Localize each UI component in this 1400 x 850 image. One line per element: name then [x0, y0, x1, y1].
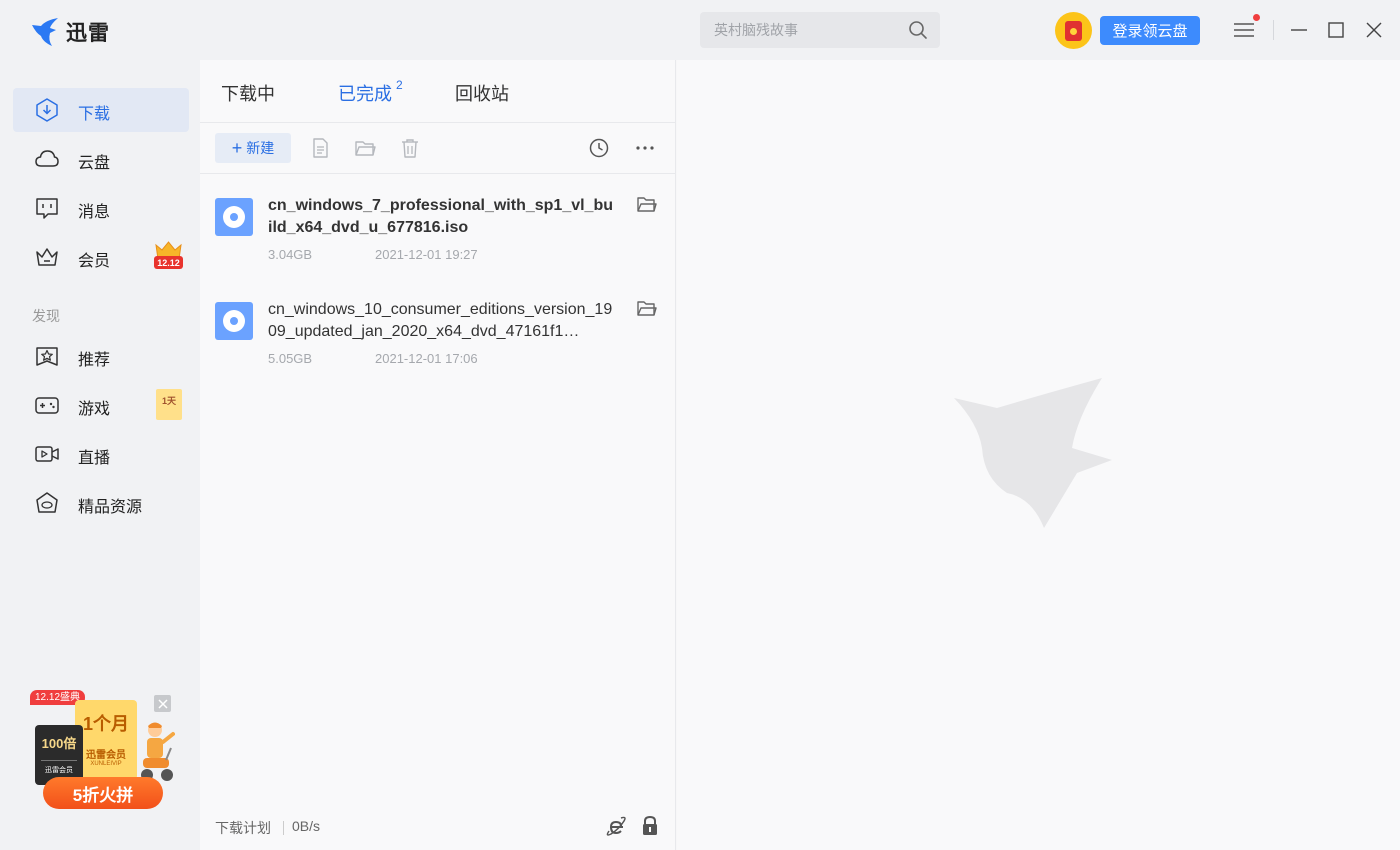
login-button[interactable]: 登录领云盘	[1100, 16, 1200, 45]
tab-downloading[interactable]: 下载中	[221, 80, 275, 106]
download-icon	[36, 98, 58, 122]
new-task-label: 新建	[246, 140, 275, 156]
open-folder-icon[interactable]	[637, 196, 657, 214]
sidebar-item-label: 云盘	[78, 155, 111, 172]
message-icon	[36, 198, 58, 219]
promo-card-100x-sub: 迅雷会员	[41, 760, 77, 775]
maximize-icon[interactable]	[1327, 21, 1345, 39]
toolbar-divider	[200, 173, 676, 174]
file-size: 3.04GB	[268, 247, 313, 262]
vip-1212-badge: 12.12	[154, 241, 183, 269]
app-logo: 迅雷	[30, 17, 110, 47]
search-icon[interactable]	[908, 20, 928, 40]
sidebar-item-label: 推荐	[78, 352, 111, 369]
more-icon[interactable]	[634, 137, 656, 159]
status-divider	[283, 821, 284, 835]
sidebar-item-label: 消息	[78, 204, 111, 221]
live-video-icon	[35, 446, 59, 462]
sidebar-item-recommend[interactable]: 推荐	[13, 334, 189, 378]
delete-icon[interactable]	[399, 137, 421, 159]
star-icon	[36, 347, 58, 366]
download-speed: 0B/s	[292, 818, 321, 834]
gamepad-icon	[35, 397, 59, 414]
game-badge-text: 1天	[161, 396, 176, 406]
titlebar-divider	[1273, 20, 1274, 40]
sidebar-item-live[interactable]: 直播	[13, 432, 189, 476]
thunder-bird-logo-icon	[32, 18, 58, 46]
promo-card-100x: 100倍 迅雷会员	[35, 725, 83, 785]
crown-icon	[36, 248, 58, 266]
sidebar-item-messages[interactable]: 消息	[13, 186, 189, 230]
tab-count: 2	[396, 78, 403, 92]
sidebar-item-label: 下载	[78, 106, 111, 123]
tabs-divider	[200, 122, 676, 123]
gem-icon	[36, 492, 58, 513]
promo-close-icon[interactable]	[154, 695, 171, 712]
disc-image-icon	[215, 198, 253, 236]
vip-badge-text: 12.12	[157, 258, 180, 268]
minimize-icon[interactable]	[1290, 21, 1308, 39]
thunder-bird-watermark-icon	[954, 378, 1112, 528]
promo-card-month-sub: 迅雷会员	[86, 750, 126, 761]
open-folder-icon[interactable]	[354, 137, 376, 159]
sidebar-item-label: 精品资源	[78, 499, 143, 516]
clock-icon[interactable]	[588, 137, 610, 159]
file-size: 5.05GB	[268, 351, 313, 366]
sidebar: 下载 云盘 消息 会员 12.12 发现 推荐 游戏 1天 直播 精品资源 12…	[0, 60, 200, 850]
sidebar-item-label: 会员	[78, 253, 111, 270]
sidebar-item-cloud[interactable]: 云盘	[13, 137, 189, 181]
sidebar-item-label: 直播	[78, 450, 111, 467]
sidebar-item-label: 游戏	[78, 401, 111, 418]
detail-pane	[677, 60, 1400, 850]
file-name: cn_windows_7_professional_with_sp1_vl_bu…	[268, 197, 613, 236]
search-box[interactable]	[700, 12, 940, 48]
cloud-icon	[35, 150, 59, 167]
open-folder-icon[interactable]	[637, 300, 657, 318]
search-input[interactable]	[700, 12, 890, 48]
plus-icon: +	[231, 138, 243, 158]
sidebar-item-download[interactable]: 下载	[13, 88, 189, 132]
browser-ie-icon[interactable]	[605, 815, 627, 837]
promo-banner[interactable]: 12.12盛典 1个月 迅雷会员 XUNLEIVIP 100倍 迅雷会员 5折火…	[28, 690, 178, 815]
new-task-button[interactable]: + 新建	[215, 133, 291, 163]
lock-icon[interactable]	[640, 815, 660, 837]
close-icon[interactable]	[1365, 21, 1383, 39]
sidebar-item-premium[interactable]: 精品资源	[13, 481, 189, 525]
tab-label: 回收站	[455, 84, 509, 104]
tab-label: 下载中	[221, 84, 275, 104]
promo-card-month-title: 1个月	[82, 714, 129, 734]
promo-character-illustration	[141, 722, 175, 781]
notification-dot	[1253, 14, 1260, 21]
title-bar: 迅雷 登录领云盘	[0, 0, 1400, 60]
game-badge-subtext	[168, 407, 169, 413]
status-bar: 下载计划 0B/s	[200, 805, 676, 850]
promo-card-month-tiny: XUNLEIVIP	[90, 761, 122, 767]
list-item[interactable]: cn_windows_10_consumer_editions_version_…	[200, 282, 676, 382]
file-date: 2021-12-01 19:27	[375, 247, 478, 262]
download-plan-link[interactable]: 下载计划	[215, 818, 271, 838]
promo-card-100x-title: 100倍	[41, 736, 77, 751]
tab-label: 已完成	[338, 84, 392, 104]
tab-completed[interactable]: 已完成 2	[338, 78, 403, 106]
promo-card-month: 1个月 迅雷会员 XUNLEIVIP	[75, 700, 137, 780]
download-list-panel: 下载中 已完成 2 回收站 + 新建 cn_windows_7_professi…	[200, 60, 676, 850]
promo-cta-button[interactable]: 5折火拼	[43, 777, 163, 809]
file-name: cn_windows_10_consumer_editions_version_…	[268, 301, 613, 340]
menu-icon[interactable]	[1232, 20, 1256, 40]
tab-recycle-bin[interactable]: 回收站	[455, 80, 509, 106]
list-item[interactable]: cn_windows_7_professional_with_sp1_vl_bu…	[200, 178, 676, 278]
game-badge: 1天	[156, 389, 182, 420]
app-name: 迅雷	[66, 22, 110, 45]
file-date: 2021-12-01 17:06	[375, 351, 478, 366]
disc-image-icon	[215, 302, 253, 340]
file-details-icon[interactable]	[309, 137, 331, 159]
red-packet-icon[interactable]	[1055, 12, 1092, 49]
section-discover-label: 发现	[32, 308, 60, 324]
